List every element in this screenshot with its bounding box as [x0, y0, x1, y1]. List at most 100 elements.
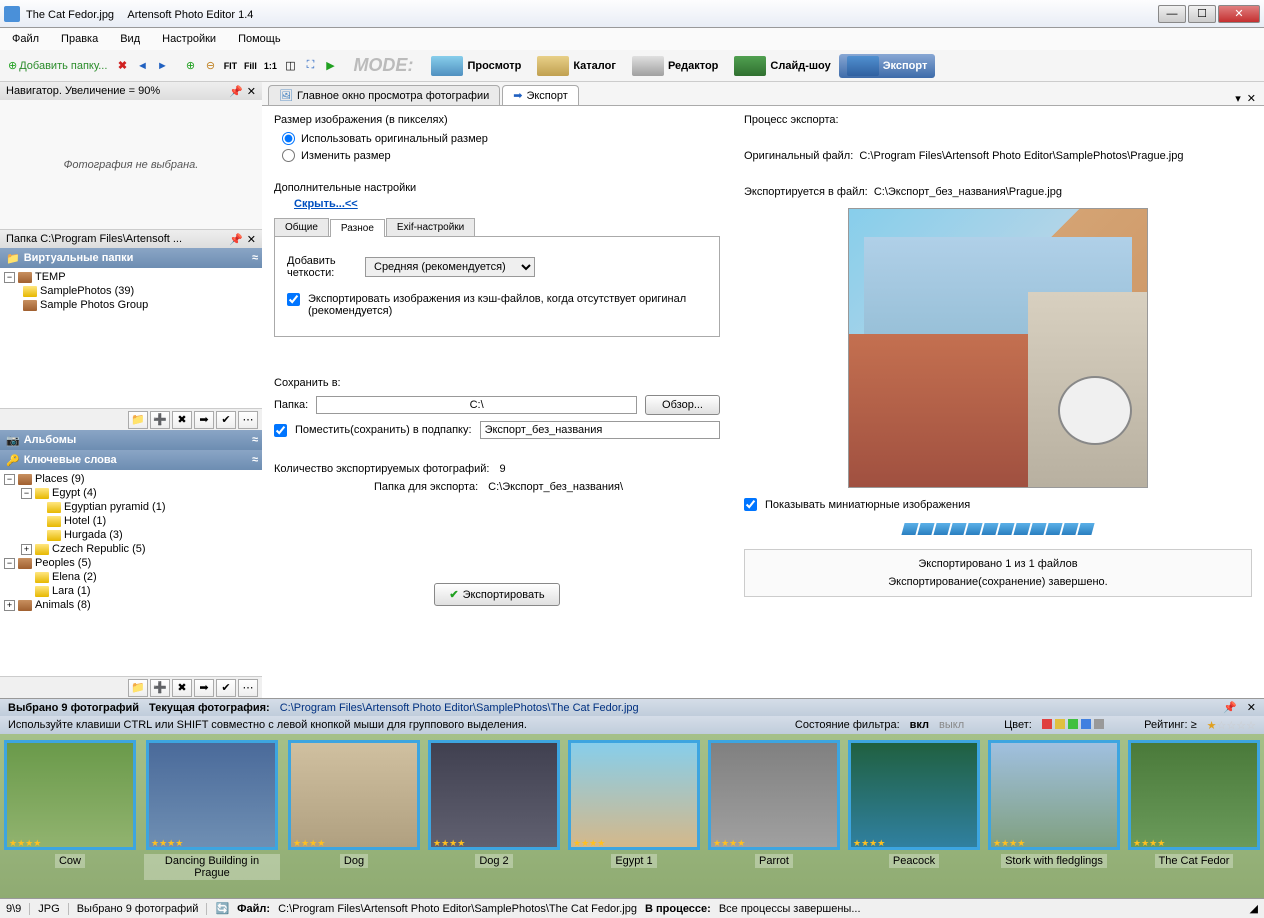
- mini-btn-5[interactable]: ✔: [216, 679, 236, 697]
- thumbnail[interactable]: ★★★★Peacock: [848, 740, 980, 898]
- collapse-icon[interactable]: ≈: [252, 434, 258, 446]
- mode-editor-button[interactable]: Редактор: [624, 54, 726, 78]
- scale-button[interactable]: 1:1: [261, 57, 279, 75]
- subfolder-input[interactable]: [480, 421, 720, 439]
- mini-btn-1[interactable]: 📁: [128, 679, 148, 697]
- mini-btn-6[interactable]: ⋯: [238, 411, 258, 429]
- hide-link[interactable]: Скрыть...<<: [294, 198, 358, 210]
- crop-icon[interactable]: ◫: [281, 57, 299, 75]
- tree-item[interactable]: Hurgada (3): [2, 528, 260, 542]
- thumbnail[interactable]: ★★★★Cow: [4, 740, 136, 898]
- subfolder-checkbox[interactable]: [274, 424, 287, 437]
- albums-header[interactable]: 📷 Альбомы ≈: [0, 430, 262, 450]
- refresh-icon[interactable]: 🔄: [215, 902, 229, 915]
- export-button[interactable]: ✔ Экспортировать: [434, 583, 559, 606]
- tree-item-sample[interactable]: SamplePhotos (39): [2, 284, 260, 298]
- mode-catalog-button[interactable]: Каталог: [529, 54, 624, 78]
- thumbnail[interactable]: ★★★★The Cat Fedor: [1128, 740, 1260, 898]
- menu-file[interactable]: Файл: [8, 31, 43, 47]
- mini-btn-6[interactable]: ⋯: [238, 679, 258, 697]
- resize-grip-icon[interactable]: ◢: [1250, 902, 1258, 915]
- rating-stars[interactable]: ★☆☆☆☆: [1207, 719, 1256, 732]
- zoom-in-icon[interactable]: ⊕: [181, 57, 199, 75]
- virtual-folders-header[interactable]: 📁 Виртуальные папки ≈: [0, 248, 262, 268]
- add-folder-button[interactable]: ⊕ Добавить папку...: [4, 57, 111, 74]
- sharpness-select[interactable]: Средняя (рекомендуется): [365, 257, 535, 277]
- mini-btn-4[interactable]: ➡: [194, 411, 214, 429]
- folder-input[interactable]: [316, 396, 637, 414]
- tree-item-group[interactable]: Sample Photos Group: [2, 298, 260, 312]
- mini-btn-5[interactable]: ✔: [216, 411, 236, 429]
- navigator-pin-icon[interactable]: 📌: [229, 85, 243, 98]
- fit-button[interactable]: FIT: [221, 57, 239, 75]
- fill-button[interactable]: Fill: [241, 57, 259, 75]
- tab-main-view[interactable]: 🖼 Главное окно просмотра фотографии: [268, 85, 500, 105]
- infobar-close-icon[interactable]: ✕: [1247, 701, 1256, 714]
- rating-stars-icon: ★★★★: [573, 838, 605, 849]
- menu-edit[interactable]: Правка: [57, 31, 102, 47]
- radio-original-size[interactable]: [282, 132, 295, 145]
- tree-item[interactable]: +Animals (8): [2, 598, 260, 612]
- radio-resize[interactable]: [282, 149, 295, 162]
- subtab-exif[interactable]: Exif-настройки: [386, 218, 475, 236]
- show-thumb-checkbox[interactable]: [744, 498, 757, 511]
- tab-close-icon[interactable]: ✕: [1247, 92, 1256, 105]
- thumbnail[interactable]: ★★★★Dog: [288, 740, 420, 898]
- window-minimize-button[interactable]: —: [1158, 5, 1186, 23]
- thumbnail[interactable]: ★★★★Dancing Building in Prague: [144, 740, 280, 898]
- tree-item[interactable]: Egyptian pyramid (1): [2, 500, 260, 514]
- mode-export-button[interactable]: Экспорт: [839, 54, 936, 78]
- tree-item[interactable]: −Peoples (5): [2, 556, 260, 570]
- filter-off[interactable]: выкл: [939, 719, 964, 731]
- mini-btn-2[interactable]: ➕: [150, 679, 170, 697]
- thumbnail[interactable]: ★★★★Stork with fledglings: [988, 740, 1120, 898]
- mini-btn-3[interactable]: ✖: [172, 679, 192, 697]
- collapse-icon[interactable]: ≈: [252, 252, 258, 264]
- thumbnail[interactable]: ★★★★Egypt 1: [568, 740, 700, 898]
- tree-item[interactable]: Lara (1): [2, 584, 260, 598]
- menu-settings[interactable]: Настройки: [158, 31, 220, 47]
- subtab-misc[interactable]: Разное: [330, 219, 385, 237]
- radio-label: Использовать оригинальный размер: [301, 133, 488, 145]
- nav-forward-icon[interactable]: ►: [153, 57, 171, 75]
- tab-export[interactable]: ➡ Экспорт: [502, 85, 579, 105]
- infobar-pin-icon[interactable]: 📌: [1223, 701, 1237, 714]
- menu-help[interactable]: Помощь: [234, 31, 285, 47]
- mini-btn-2[interactable]: ➕: [150, 411, 170, 429]
- folders-pin-icon[interactable]: 📌: [229, 233, 243, 246]
- color-swatches[interactable]: [1042, 719, 1104, 732]
- thumbnail[interactable]: ★★★★Parrot: [708, 740, 840, 898]
- folders-close-icon[interactable]: ✕: [247, 233, 256, 246]
- subtab-general[interactable]: Общие: [274, 218, 329, 236]
- delete-icon[interactable]: ✖: [113, 57, 131, 75]
- tree-item[interactable]: +Czech Republic (5): [2, 542, 260, 556]
- tree-item[interactable]: −Places (9): [2, 472, 260, 486]
- tree-collapse-icon[interactable]: −: [4, 272, 15, 283]
- keywords-header[interactable]: 🔑 Ключевые слова ≈: [0, 450, 262, 470]
- play-icon[interactable]: ▶: [321, 57, 339, 75]
- tree-item[interactable]: Hotel (1): [2, 514, 260, 528]
- zoom-out-icon[interactable]: ⊖: [201, 57, 219, 75]
- mini-btn-4[interactable]: ➡: [194, 679, 214, 697]
- filter-on[interactable]: вкл: [910, 719, 929, 731]
- thumbnails-strip[interactable]: ★★★★Cow★★★★Dancing Building in Prague★★★…: [0, 734, 1264, 898]
- mode-view-button[interactable]: Просмотр: [423, 54, 529, 78]
- thumb-image: ★★★★: [848, 740, 980, 850]
- cache-checkbox[interactable]: [287, 293, 300, 306]
- fullscreen-icon[interactable]: ⛶: [301, 57, 319, 75]
- tree-item[interactable]: −Egypt (4): [2, 486, 260, 500]
- mini-btn-3[interactable]: ✖: [172, 411, 192, 429]
- browse-button[interactable]: Обзор...: [645, 395, 720, 415]
- tab-dropdown-icon[interactable]: ▾: [1235, 92, 1241, 105]
- mini-btn-1[interactable]: 📁: [128, 411, 148, 429]
- nav-back-icon[interactable]: ◄: [133, 57, 151, 75]
- collapse-icon[interactable]: ≈: [252, 454, 258, 466]
- menu-view[interactable]: Вид: [116, 31, 144, 47]
- tree-item-temp[interactable]: − TEMP: [2, 270, 260, 284]
- window-close-button[interactable]: ✕: [1218, 5, 1260, 23]
- thumbnail[interactable]: ★★★★Dog 2: [428, 740, 560, 898]
- navigator-close-icon[interactable]: ✕: [247, 85, 256, 98]
- mode-slideshow-button[interactable]: Слайд-шоу: [726, 54, 838, 78]
- window-maximize-button[interactable]: ☐: [1188, 5, 1216, 23]
- tree-item[interactable]: Elena (2): [2, 570, 260, 584]
